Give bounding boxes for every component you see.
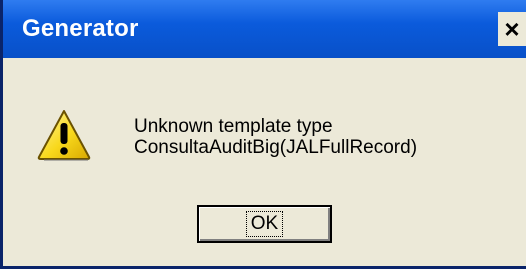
close-button[interactable]: × xyxy=(498,12,526,46)
message-line-2: ConsultaAuditBig(JALFullRecord) xyxy=(134,137,418,158)
warning-icon xyxy=(37,110,91,161)
ok-button[interactable]: OK xyxy=(197,205,332,243)
ok-button-label: OK xyxy=(245,211,284,237)
message-dialog: Generator × Unknown template type Consul… xyxy=(0,0,526,269)
message-text: Unknown template type ConsultaAuditBig(J… xyxy=(134,116,417,158)
message-line-1: Unknown template type xyxy=(134,116,333,137)
close-icon: × xyxy=(504,14,520,44)
window-title: Generator xyxy=(22,15,139,42)
title-bar[interactable]: Generator × xyxy=(3,0,526,58)
